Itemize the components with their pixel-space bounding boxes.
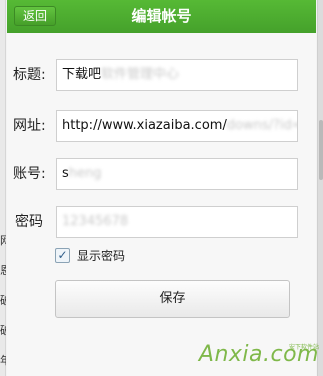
title-input[interactable]: 下载吧软件管理中心 bbox=[56, 59, 298, 91]
title-row: 标题: 下载吧软件管理中心 bbox=[7, 59, 316, 91]
password-input-obscured: 12345678 bbox=[62, 214, 129, 229]
background-scrollbar[interactable] bbox=[317, 0, 323, 376]
background-glyph: 破 bbox=[0, 324, 6, 337]
edit-account-dialog: 编辑帐号 返回 标题: 下载吧软件管理中心 网址: http://www.xia… bbox=[7, 0, 316, 376]
background-glyph: 年 bbox=[0, 354, 6, 367]
show-password-label[interactable]: 显示密码 bbox=[77, 247, 125, 265]
url-input-value: http://www.xiazaiba.com/ bbox=[62, 118, 227, 133]
account-input-obscured: heng bbox=[68, 166, 102, 181]
site-watermark-logo: Anxia.com 安下软件站 bbox=[199, 342, 319, 372]
title-label: 标题: bbox=[13, 67, 46, 83]
url-label: 网址: bbox=[13, 118, 46, 134]
title-input-obscured: 软件管理中心 bbox=[101, 67, 180, 82]
background-glyph: 破 bbox=[0, 294, 6, 307]
url-input-obscured: downs/?id=abc bbox=[226, 118, 297, 133]
checkmark-icon: ✓ bbox=[57, 248, 68, 262]
account-input-value: s bbox=[62, 166, 69, 181]
background-window-left-edge: 网 恩 破 破 年 bbox=[0, 0, 6, 376]
watermark-subtitle: 安下软件站 bbox=[288, 344, 319, 351]
account-input[interactable]: sheng bbox=[56, 158, 298, 190]
show-password-checkbox[interactable]: ✓ bbox=[55, 248, 70, 263]
password-label: 密码 bbox=[15, 214, 43, 230]
title-input-value: 下载吧 bbox=[62, 67, 102, 82]
background-glyph: 网 bbox=[0, 234, 6, 247]
url-input[interactable]: http://www.xiazaiba.com/downs/?id=abc bbox=[56, 110, 298, 142]
url-row: 网址: http://www.xiazaiba.com/downs/?id=ab… bbox=[7, 110, 316, 142]
background-glyph: 恩 bbox=[0, 264, 6, 277]
save-button[interactable]: 保存 bbox=[55, 280, 290, 318]
dialog-header: 编辑帐号 返回 bbox=[7, 0, 316, 33]
password-row: 密码 12345678 bbox=[7, 206, 316, 238]
scrollbar-thumb[interactable] bbox=[319, 120, 323, 180]
account-row: 账号: sheng bbox=[7, 158, 316, 190]
password-input[interactable]: 12345678 bbox=[56, 206, 298, 238]
account-label: 账号: bbox=[13, 166, 46, 182]
back-button[interactable]: 返回 bbox=[14, 6, 56, 26]
